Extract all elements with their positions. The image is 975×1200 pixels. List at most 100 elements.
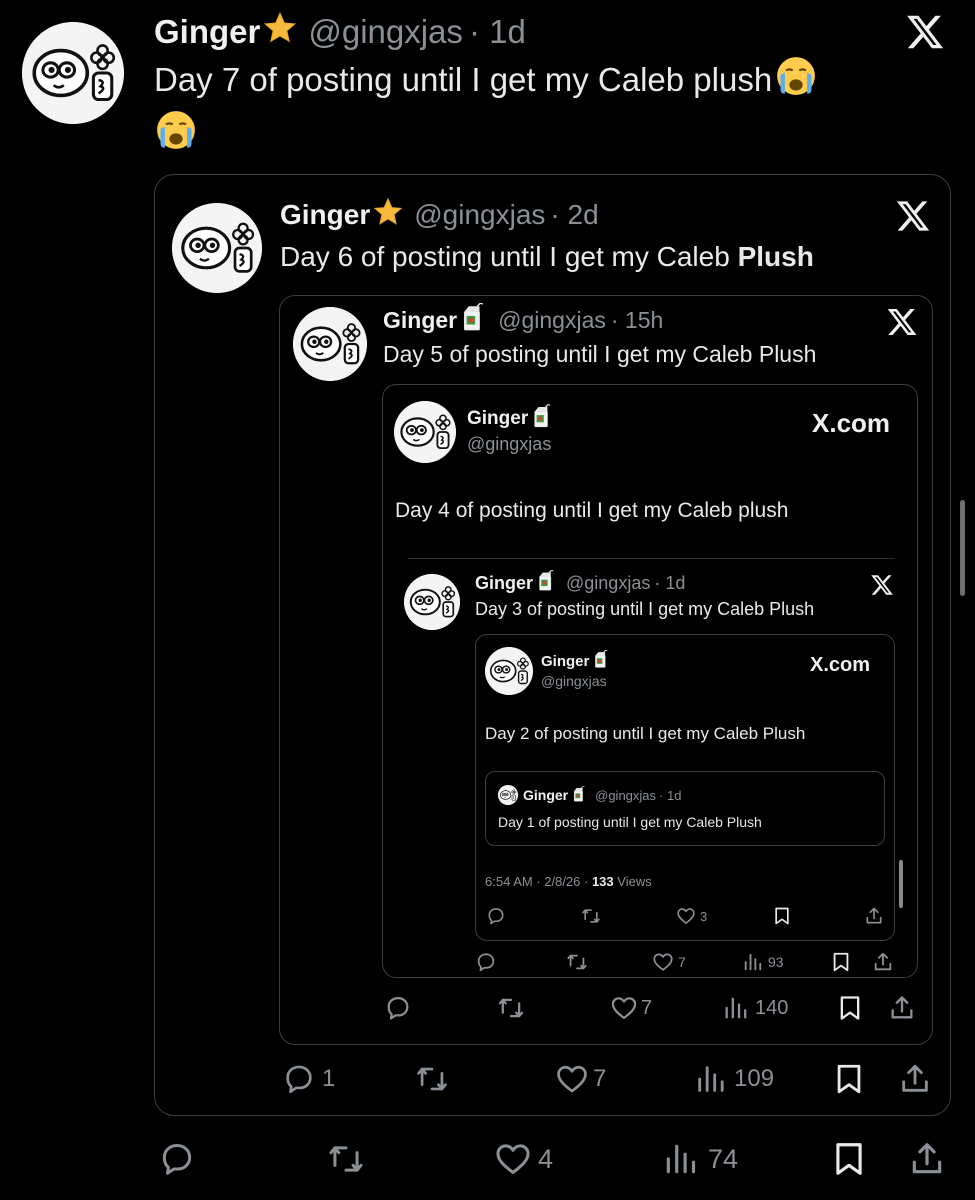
author-handle[interactable]: @gingxjas [566, 573, 650, 594]
juice-box-icon [462, 303, 484, 337]
retweet-button[interactable] [565, 951, 589, 973]
share-button[interactable] [898, 1062, 932, 1096]
views-count: 93 [768, 954, 784, 970]
views-icon [742, 951, 764, 973]
views-icon [694, 1062, 728, 1096]
author-handle[interactable]: @gingxjas [541, 673, 607, 689]
bookmark-button[interactable] [832, 1062, 866, 1096]
reply-icon [475, 951, 497, 973]
like-button[interactable]: 7 [610, 994, 652, 1022]
retweet-button[interactable] [496, 994, 526, 1022]
author-handle[interactable]: @gingxjas [498, 307, 606, 334]
post-text-line: Day 5 of posting until I get my Caleb Pl… [383, 338, 816, 370]
post-time: · 1d [659, 787, 682, 803]
post-header: Ginger [467, 406, 551, 432]
like-count: 7 [593, 1065, 607, 1092]
brand-label[interactable]: X.com [812, 406, 890, 440]
like-icon [555, 1062, 589, 1096]
author-name[interactable]: Ginger [541, 653, 589, 670]
avatar[interactable] [293, 307, 367, 381]
retweet-button[interactable] [580, 906, 602, 926]
like-icon [610, 994, 638, 1022]
retweet-icon [580, 906, 602, 926]
post-text-line: Day 4 of posting until I get my Caleb pl… [395, 496, 788, 526]
post-header: Ginger @gingxjas · 2d [280, 197, 599, 233]
views-button[interactable]: 109 [694, 1062, 774, 1096]
reply-button[interactable] [384, 994, 412, 1022]
scrollbar[interactable] [899, 860, 903, 908]
post-text: Day 3 of posting until I get my Caleb Pl… [475, 598, 815, 619]
bookmark-button[interactable] [830, 951, 852, 973]
post-text-line: Day 2 of posting until I get my Caleb Pl… [485, 722, 805, 746]
avatar[interactable] [394, 401, 456, 463]
avatar[interactable] [498, 785, 518, 805]
share-button[interactable] [908, 1140, 946, 1178]
share-button[interactable] [888, 994, 916, 1022]
avatar[interactable] [172, 203, 262, 293]
x-logo-icon [905, 12, 945, 52]
bookmark-icon [832, 1062, 866, 1096]
author-name[interactable]: Ginger [154, 13, 260, 51]
post-meta: 6:54 AM · 2/8/26 · 133 Views [485, 871, 652, 891]
x-com-label[interactable]: X.com [810, 654, 870, 677]
retweet-button[interactable] [326, 1140, 366, 1178]
brand-label[interactable]: X.com [810, 652, 870, 678]
post-time: · 2d [550, 199, 599, 230]
author-name[interactable]: Ginger [475, 573, 533, 594]
post-time: · 1d [468, 13, 526, 50]
avatar[interactable] [22, 22, 124, 124]
reply-button[interactable] [475, 951, 497, 973]
avatar[interactable] [404, 574, 460, 630]
post-text-bold: Plush [737, 241, 814, 272]
like-button[interactable]: 4 [494, 1140, 553, 1178]
star-icon [262, 10, 298, 54]
views-count: 74 [708, 1143, 739, 1174]
like-button[interactable]: 3 [676, 906, 707, 926]
x-com-label[interactable]: X.com [812, 408, 890, 439]
reply-button[interactable]: 1 [282, 1062, 335, 1096]
reply-button[interactable] [158, 1140, 196, 1178]
like-icon [676, 906, 696, 926]
author-handle[interactable]: @gingxjas [308, 13, 463, 51]
like-count: 4 [538, 1143, 554, 1174]
views-button[interactable]: 140 [722, 994, 788, 1022]
author-handle[interactable]: @gingxjas [467, 434, 551, 455]
views-button[interactable]: 93 [742, 951, 784, 973]
share-button[interactable] [864, 906, 884, 926]
share-button[interactable] [872, 951, 894, 973]
retweet-button[interactable] [414, 1062, 450, 1096]
post-text-line: Day 7 of posting until I get my Caleb pl… [154, 58, 816, 102]
post-text: Day 5 of posting until I get my Caleb Pl… [383, 340, 817, 367]
author-name[interactable]: Ginger [280, 199, 370, 231]
author-handle[interactable]: @gingxjas [414, 199, 545, 231]
views-button[interactable]: 74 [662, 1140, 738, 1178]
author-handle-row: @gingxjas [467, 432, 551, 456]
retweet-icon [414, 1062, 450, 1096]
like-button[interactable]: 7 [652, 951, 686, 973]
retweet-icon [565, 951, 589, 973]
reply-button[interactable] [486, 906, 506, 926]
author-name[interactable]: Ginger [383, 307, 457, 334]
bookmark-button[interactable] [830, 1140, 868, 1178]
bookmark-button[interactable] [772, 906, 792, 926]
post-timestamp: 6:54 AM · 2/8/26 · [485, 873, 592, 889]
like-button[interactable]: 7 [555, 1062, 606, 1096]
like-count: 3 [700, 908, 708, 924]
bookmark-button[interactable] [836, 994, 864, 1022]
juice-box-icon [533, 404, 551, 434]
views-count: 133 [591, 873, 614, 889]
author-name[interactable]: Ginger [467, 408, 528, 430]
juice-box-icon [538, 570, 554, 596]
quoted-post-card[interactable] [485, 771, 885, 846]
crying-face-icon [776, 56, 816, 104]
x-logo-icon [870, 573, 894, 597]
avatar[interactable] [485, 647, 533, 695]
author-handle[interactable]: @gingxjas [595, 788, 656, 803]
page-scrollbar[interactable] [960, 500, 965, 596]
star-icon [372, 196, 404, 235]
post-text: Day 1 of posting until I get my Caleb Pl… [498, 814, 762, 830]
views-icon [662, 1140, 700, 1178]
post-text-line: Day 6 of posting until I get my Caleb Pl… [280, 238, 814, 276]
retweet-icon [496, 994, 526, 1022]
author-name[interactable]: Ginger [523, 787, 568, 803]
